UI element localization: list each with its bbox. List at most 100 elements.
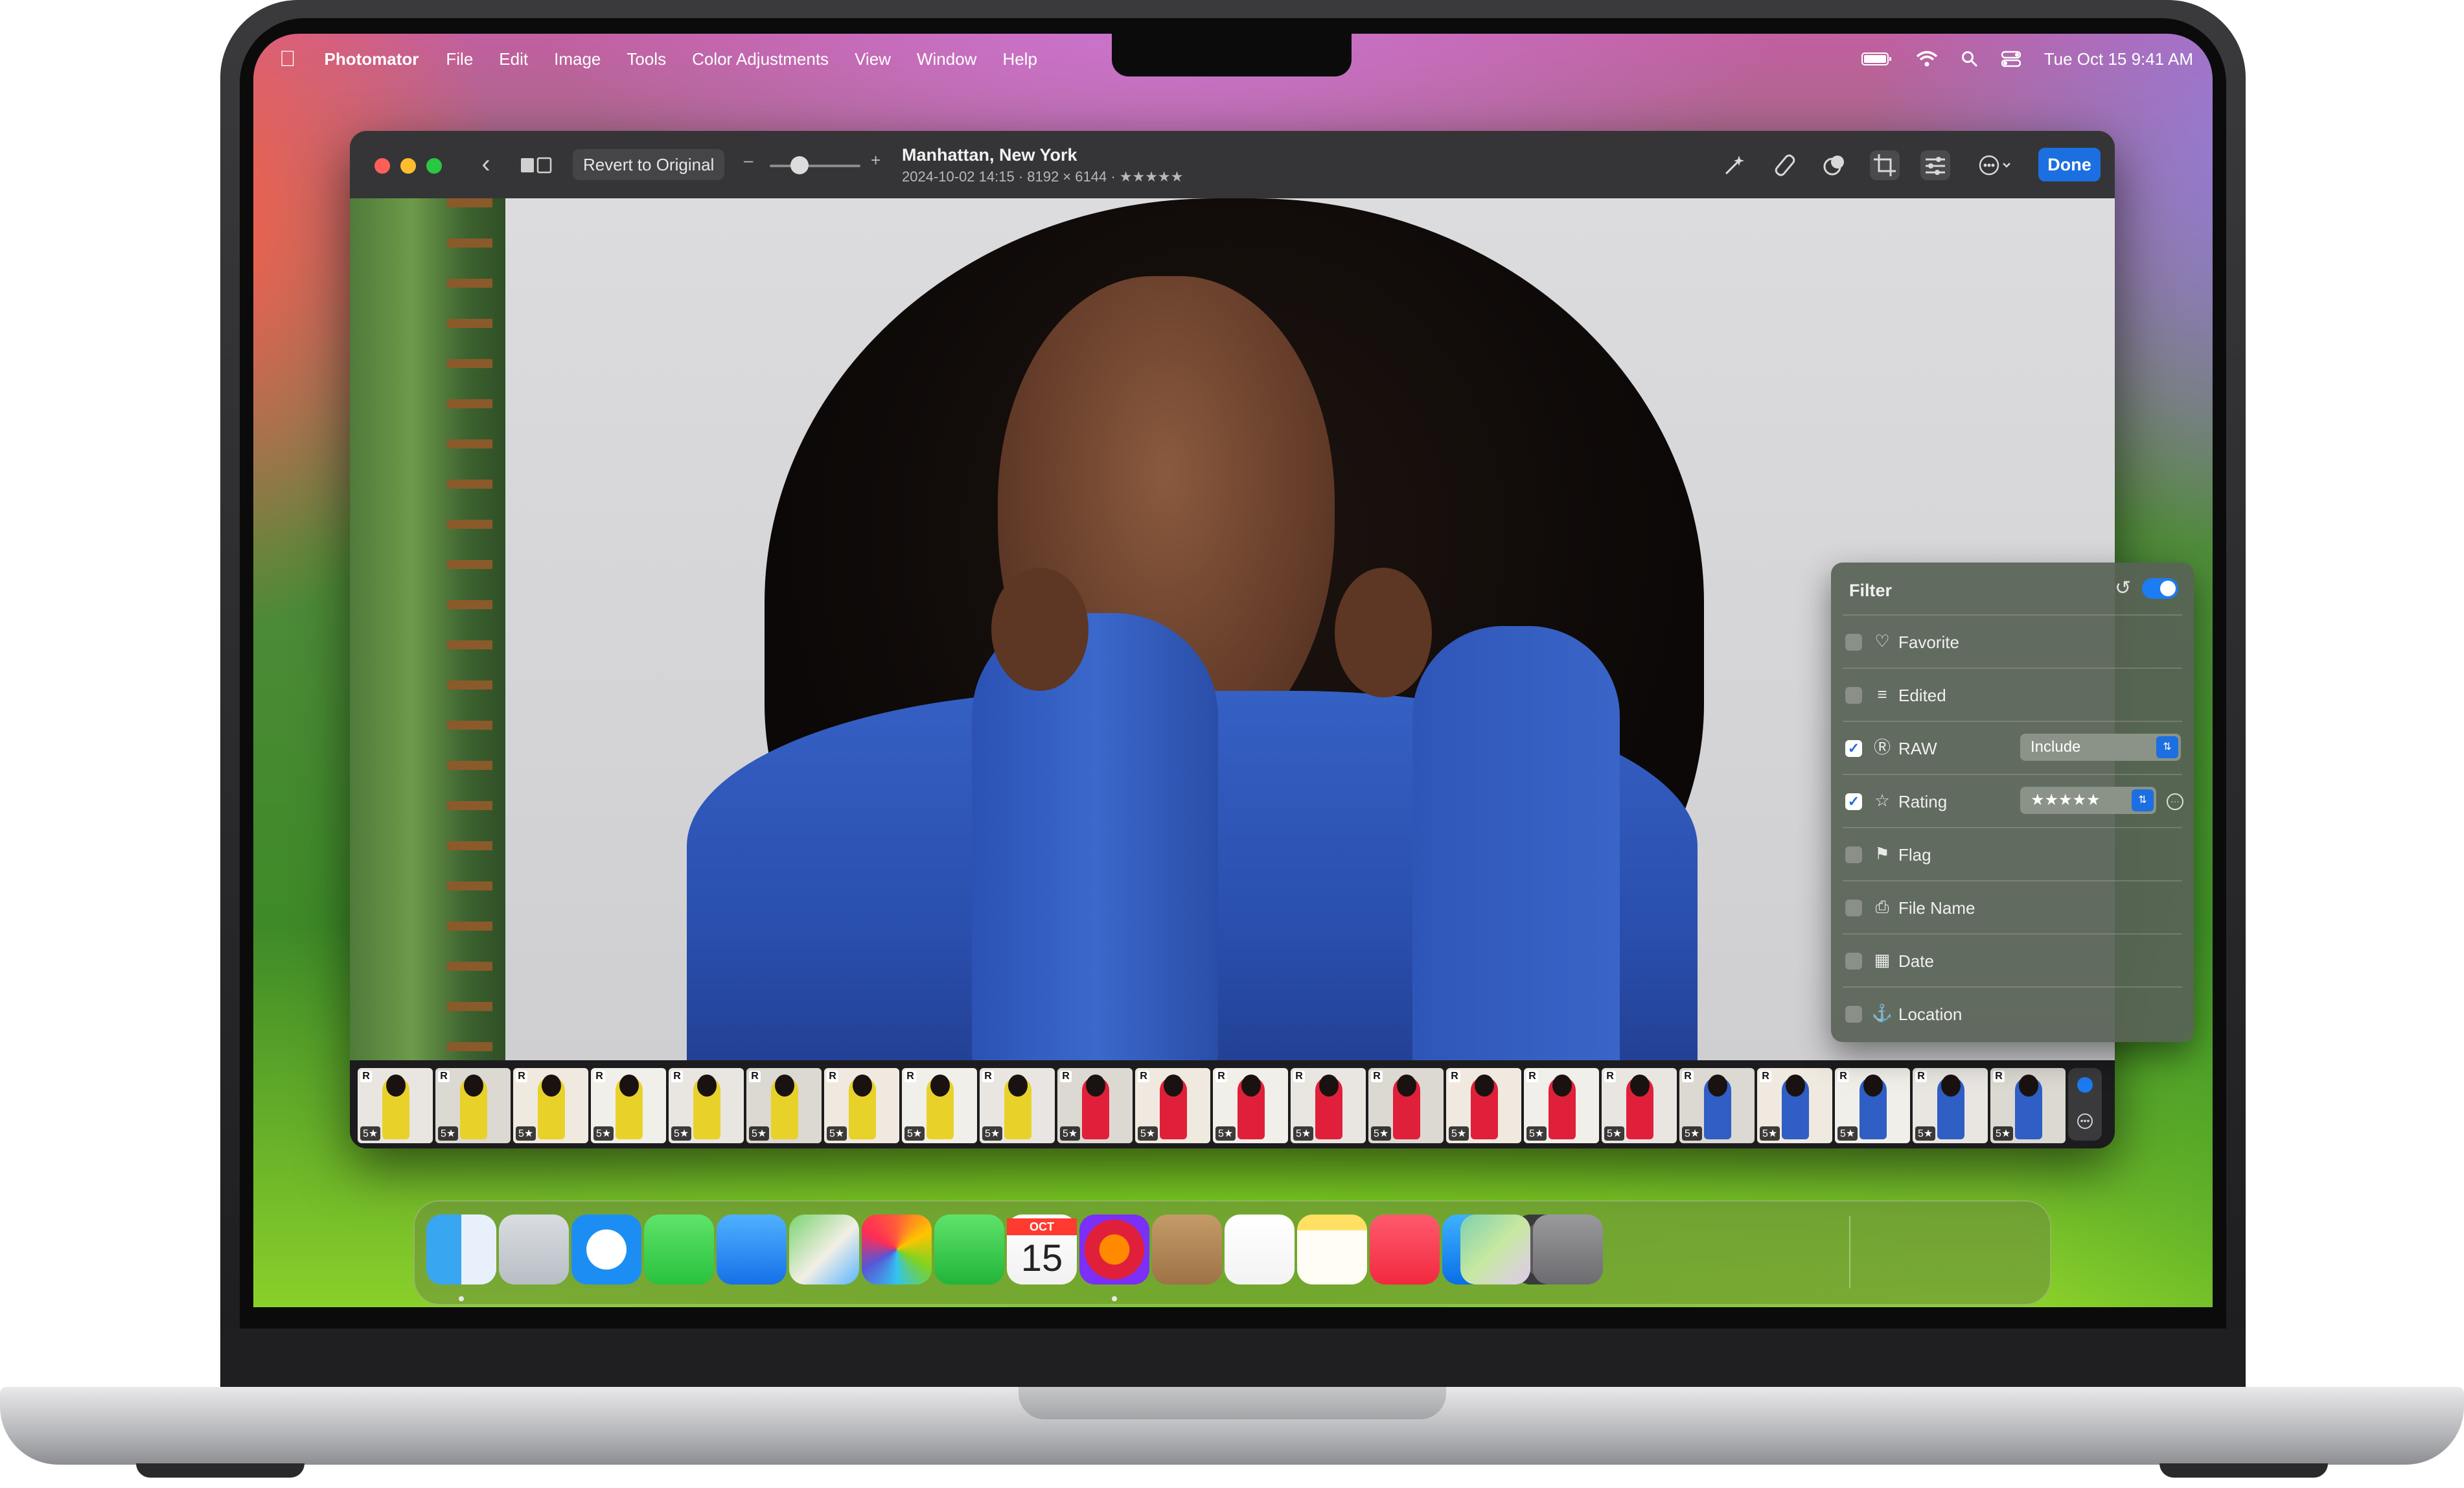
- maps-icon[interactable]: [789, 1215, 859, 1285]
- filmstrip-more-icon[interactable]: •••: [2077, 1113, 2093, 1129]
- app-menu[interactable]: Photomator: [325, 49, 419, 69]
- calendar-icon[interactable]: OCT 15: [1007, 1215, 1077, 1285]
- filmstrip-thumbnail[interactable]: R 5★: [1757, 1068, 1832, 1143]
- filter-row-raw[interactable]: ✓ Ⓡ RAW Include ⇅: [1831, 721, 2194, 774]
- compare-split-icon[interactable]: [520, 156, 552, 175]
- filter-row-location[interactable]: ⚓ Location: [1831, 986, 2194, 1040]
- photos-icon[interactable]: [862, 1215, 932, 1285]
- filmstrip-thumbnail[interactable]: R 5★: [1446, 1068, 1521, 1143]
- filmstrip-thumbnail[interactable]: R 5★: [1913, 1068, 1988, 1143]
- filter-row-date[interactable]: ▦ Date: [1831, 933, 2194, 986]
- downloads-stack-icon[interactable]: [1460, 1215, 1530, 1285]
- filmstrip-thumbnail[interactable]: R 5★: [591, 1068, 666, 1143]
- retouch-icon[interactable]: [1770, 150, 1800, 180]
- crop-icon[interactable]: [1870, 150, 1900, 180]
- minimize-window-button[interactable]: [400, 158, 416, 174]
- calendar-day: 15: [1020, 1237, 1063, 1279]
- filmstrip-thumbnail[interactable]: R 5★: [1291, 1068, 1366, 1143]
- filmstrip-thumbnail[interactable]: R 5★: [1524, 1068, 1599, 1143]
- zoom-slider-track[interactable]: [770, 165, 860, 167]
- menu-view[interactable]: View: [855, 49, 891, 69]
- filter-toggle-knob[interactable]: [2160, 581, 2176, 596]
- filter-checkbox[interactable]: [1845, 900, 1862, 916]
- zoom-slider-knob[interactable]: [790, 156, 809, 174]
- more-icon[interactable]: [1974, 150, 2019, 180]
- filmstrip-thumbnail[interactable]: R 5★: [1835, 1068, 1910, 1143]
- filmstrip-thumbnail[interactable]: R 5★: [669, 1068, 744, 1143]
- filter-active-icon[interactable]: [2077, 1077, 2093, 1093]
- control-center-icon[interactable]: [2001, 51, 2021, 67]
- messages-icon[interactable]: [644, 1215, 714, 1285]
- filmstrip-thumbnail[interactable]: R 5★: [1135, 1068, 1210, 1143]
- filmstrip-thumbnail[interactable]: R 5★: [1057, 1068, 1133, 1143]
- apple-icon[interactable]: : [279, 47, 296, 72]
- filmstrip-thumbnail[interactable]: R 5★: [1368, 1068, 1444, 1143]
- menu-color-adjustments[interactable]: Color Adjustments: [692, 49, 829, 69]
- filter-row-favorite[interactable]: ♡ Favorite: [1831, 614, 2194, 668]
- zoom-window-button[interactable]: [426, 158, 442, 174]
- zoom-out-label[interactable]: –: [744, 150, 753, 170]
- menubar-clock[interactable]: Tue Oct 15 9:41 AM: [2044, 49, 2193, 69]
- revert-to-original-button[interactable]: Revert to Original: [573, 149, 725, 180]
- close-window-button[interactable]: [374, 158, 390, 174]
- filter-checkbox[interactable]: ✓: [1845, 793, 1862, 810]
- filter-row-flag[interactable]: ⚑ Flag: [1831, 827, 2194, 880]
- done-button[interactable]: Done: [2038, 148, 2101, 181]
- notes-icon[interactable]: [1297, 1215, 1367, 1285]
- select-stepper-icon[interactable]: ⇅: [2156, 736, 2178, 758]
- finder-icon[interactable]: [426, 1215, 496, 1285]
- thumbnail-subject-head: [1475, 1075, 1494, 1097]
- menu-file[interactable]: File: [446, 49, 473, 69]
- filter-checkbox[interactable]: [1845, 634, 1862, 651]
- safari-icon[interactable]: [571, 1215, 641, 1285]
- battery-icon[interactable]: [1861, 51, 1893, 67]
- menu-tools[interactable]: Tools: [627, 49, 666, 69]
- music-icon[interactable]: [1370, 1215, 1440, 1285]
- filmstrip-thumbnail[interactable]: R 5★: [1990, 1068, 2066, 1143]
- spotlight-icon[interactable]: [1961, 51, 1978, 67]
- facetime-icon[interactable]: [934, 1215, 1004, 1285]
- filmstrip-thumbnail[interactable]: R 5★: [1213, 1068, 1288, 1143]
- menubar-status: Tue Oct 15 9:41 AM: [1861, 34, 2193, 84]
- raw-badge: R: [671, 1071, 683, 1082]
- menu-image[interactable]: Image: [554, 49, 601, 69]
- filter-select[interactable]: ★★★★★ ⇅: [2020, 787, 2156, 814]
- mask-icon[interactable]: [1819, 150, 1849, 180]
- filmstrip-thumbnail[interactable]: R 5★: [980, 1068, 1055, 1143]
- filmstrip-thumbnail[interactable]: R 5★: [824, 1068, 899, 1143]
- adjust-icon[interactable]: [1920, 150, 1950, 180]
- filter-checkbox[interactable]: ✓: [1845, 740, 1862, 757]
- contacts-icon[interactable]: [1152, 1215, 1222, 1285]
- wifi-icon[interactable]: [1916, 51, 1938, 67]
- reset-icon[interactable]: ↺: [2115, 577, 2131, 599]
- back-chevron-icon[interactable]: ‹: [473, 148, 499, 180]
- filmstrip-thumbnail[interactable]: R 5★: [358, 1068, 433, 1143]
- menu-help[interactable]: Help: [1002, 49, 1037, 69]
- reminders-icon[interactable]: [1225, 1215, 1295, 1285]
- launchpad-icon[interactable]: [499, 1215, 569, 1285]
- zoom-in-label[interactable]: +: [871, 150, 881, 170]
- filter-checkbox[interactable]: [1845, 846, 1862, 863]
- photomator-icon[interactable]: [1079, 1215, 1149, 1285]
- filter-row-file-name[interactable]: ⎙ File Name: [1831, 880, 2194, 933]
- row-separator: [1843, 614, 2182, 616]
- filmstrip-thumbnail[interactable]: R 5★: [746, 1068, 822, 1143]
- filter-row-edited[interactable]: ≡ Edited: [1831, 668, 2194, 721]
- filmstrip-thumbnail[interactable]: R 5★: [513, 1068, 588, 1143]
- rating-more-icon[interactable]: ···: [2167, 793, 2183, 810]
- filmstrip-thumbnail[interactable]: R 5★: [1679, 1068, 1755, 1143]
- filter-checkbox[interactable]: [1845, 687, 1862, 704]
- select-stepper-icon[interactable]: ⇅: [2132, 789, 2154, 811]
- mail-icon[interactable]: [717, 1215, 787, 1285]
- menu-edit[interactable]: Edit: [499, 49, 528, 69]
- filter-select[interactable]: Include ⇅: [2020, 734, 2181, 761]
- filter-checkbox[interactable]: [1845, 953, 1862, 970]
- filter-checkbox[interactable]: [1845, 1006, 1862, 1023]
- menu-window[interactable]: Window: [917, 49, 976, 69]
- filmstrip-thumbnail[interactable]: R 5★: [902, 1068, 977, 1143]
- filmstrip-thumbnail[interactable]: R 5★: [435, 1068, 511, 1143]
- filter-row-rating[interactable]: ✓ ☆ Rating ★★★★★ ⇅ ···: [1831, 774, 2194, 827]
- ml-enhance-icon[interactable]: [1720, 150, 1749, 180]
- filmstrip-thumbnail[interactable]: R 5★: [1602, 1068, 1677, 1143]
- trash-icon[interactable]: [1533, 1215, 1603, 1285]
